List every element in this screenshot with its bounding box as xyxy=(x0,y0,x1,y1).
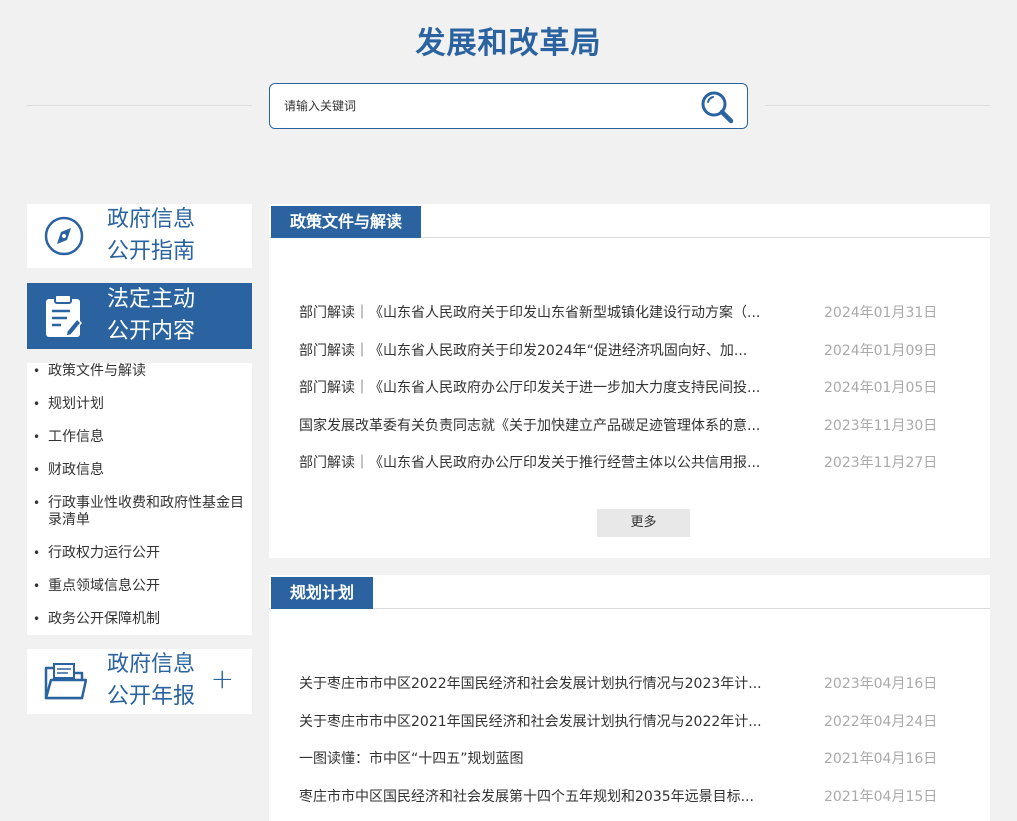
item-date: 2024年01月09日 xyxy=(824,342,938,359)
search-input[interactable] xyxy=(284,96,684,116)
submenu-item-power[interactable]: 行政权力运行公开 xyxy=(33,545,244,562)
section-planning: 规划计划 关于枣庄市市中区2022年国民经济和社会发展计划执行情况与2023年计… xyxy=(269,575,990,821)
section-tab-policy[interactable]: 政策文件与解读 xyxy=(271,206,422,238)
item-title[interactable]: 部门解读｜《山东省人民政府办公厅印发关于推行经营主体以公共信用报... xyxy=(299,454,794,472)
item-date: 2023年11月27日 xyxy=(824,455,938,471)
submenu-item-planning[interactable]: 规划计划 xyxy=(33,396,244,413)
list-item[interactable]: 国家发展改革委有关负责同志就《关于加快建立产品碳足迹管理体系的意... 2023年… xyxy=(269,407,990,445)
list-item[interactable]: 一图读懂：市中区“十四五”规划蓝图 2021年04月16日 xyxy=(269,740,990,778)
item-title[interactable]: 国家发展改革委有关负责同志就《关于加快建立产品碳足迹管理体系的意... xyxy=(299,417,794,435)
section-header: 政策文件与解读 xyxy=(269,204,990,238)
sidebar-item-annual-report[interactable]: 政府信息 公开年报 + xyxy=(27,649,252,714)
submenu-item-safeguard[interactable]: 政务公开保障机制 xyxy=(33,611,244,628)
item-date: 2024年01月31日 xyxy=(824,305,938,321)
item-title[interactable]: 部门解读｜《山东省人民政府办公厅印发关于进一步加大力度支持民间投... xyxy=(299,379,794,397)
item-date: 2022年04月24日 xyxy=(824,713,938,730)
sidebar-item-content[interactable]: 法定主动 公开内容 xyxy=(27,283,252,349)
page-title: 发展和改革局 xyxy=(415,26,602,61)
section-tab-planning[interactable]: 规划计划 xyxy=(271,577,374,609)
item-title[interactable]: 关于枣庄市市中区2021年国民经济和社会发展计划执行情况与2022年计... xyxy=(299,713,794,731)
compass-icon xyxy=(44,216,84,256)
folder-icon xyxy=(44,663,87,700)
search-icon[interactable] xyxy=(699,89,735,125)
item-title[interactable]: 一图读懂：市中区“十四五”规划蓝图 xyxy=(299,750,794,768)
policy-list: 部门解读｜《山东省人民政府关于印发山东省新型城镇化建设行动方案（... 2024年… xyxy=(269,294,990,482)
sidebar-item-guide[interactable]: 政府信息 公开指南 xyxy=(27,204,252,268)
item-date: 2024年01月05日 xyxy=(824,380,938,396)
clipboard-icon xyxy=(46,294,83,337)
submenu-item-finance[interactable]: 财政信息 xyxy=(33,462,244,479)
sidebar-annual-label: 政府信息 公开年报 xyxy=(107,652,196,709)
submenu-item-fees[interactable]: 行政事业性收费和政府性基金目录清单 xyxy=(33,495,244,529)
divider-left xyxy=(27,105,252,106)
list-item[interactable]: 部门解读｜《山东省人民政府办公厅印发关于进一步加大力度支持民间投... 2024年… xyxy=(269,369,990,407)
expand-icon[interactable]: + xyxy=(211,665,234,693)
item-title[interactable]: 部门解读｜《山东省人民政府关于印发2024年“促进经济巩固向好、加... xyxy=(299,342,794,360)
more-button[interactable]: 更多 xyxy=(597,509,690,537)
planning-list: 关于枣庄市市中区2022年国民经济和社会发展计划执行情况与2023年计... 20… xyxy=(269,665,990,815)
submenu-item-policy[interactable]: 政策文件与解读 xyxy=(33,363,244,380)
search-box xyxy=(269,83,748,129)
item-date: 2023年11月30日 xyxy=(824,417,938,434)
item-title[interactable]: 关于枣庄市市中区2022年国民经济和社会发展计划执行情况与2023年计... xyxy=(299,675,794,693)
sidebar-guide-label: 政府信息 公开指南 xyxy=(107,207,196,264)
sidebar-submenu: 政策文件与解读 规划计划 工作信息 财政信息 行政事业性收费和政府性基金目录清单… xyxy=(27,363,252,635)
item-date: 2021年04月16日 xyxy=(824,751,938,767)
list-item[interactable]: 部门解读｜《山东省人民政府办公厅印发关于推行经营主体以公共信用报... 2023年… xyxy=(269,444,990,482)
section-policy: 政策文件与解读 部门解读｜《山东省人民政府关于印发山东省新型城镇化建设行动方案（… xyxy=(269,204,990,558)
list-item[interactable]: 部门解读｜《山东省人民政府关于印发山东省新型城镇化建设行动方案（... 2024年… xyxy=(269,294,990,332)
list-item[interactable]: 关于枣庄市市中区2021年国民经济和社会发展计划执行情况与2022年计... 20… xyxy=(269,703,990,741)
list-item[interactable]: 枣庄市市中区国民经济和社会发展第十四个五年规划和2035年远景目标... 2021… xyxy=(269,778,990,816)
item-title[interactable]: 部门解读｜《山东省人民政府关于印发山东省新型城镇化建设行动方案（... xyxy=(299,304,794,322)
item-date: 2023年04月16日 xyxy=(824,676,938,692)
item-date: 2021年04月15日 xyxy=(824,788,938,805)
section-header: 规划计划 xyxy=(269,575,990,609)
list-item[interactable]: 部门解读｜《山东省人民政府关于印发2024年“促进经济巩固向好、加... 2024… xyxy=(269,332,990,370)
item-title[interactable]: 枣庄市市中区国民经济和社会发展第十四个五年规划和2035年远景目标... xyxy=(299,788,794,806)
submenu-item-key-areas[interactable]: 重点领域信息公开 xyxy=(33,578,244,595)
submenu-item-work-info[interactable]: 工作信息 xyxy=(33,429,244,446)
divider-right xyxy=(765,105,990,106)
list-item[interactable]: 关于枣庄市市中区2022年国民经济和社会发展计划执行情况与2023年计... 20… xyxy=(269,665,990,703)
sidebar-content-label: 法定主动 公开内容 xyxy=(107,287,196,344)
